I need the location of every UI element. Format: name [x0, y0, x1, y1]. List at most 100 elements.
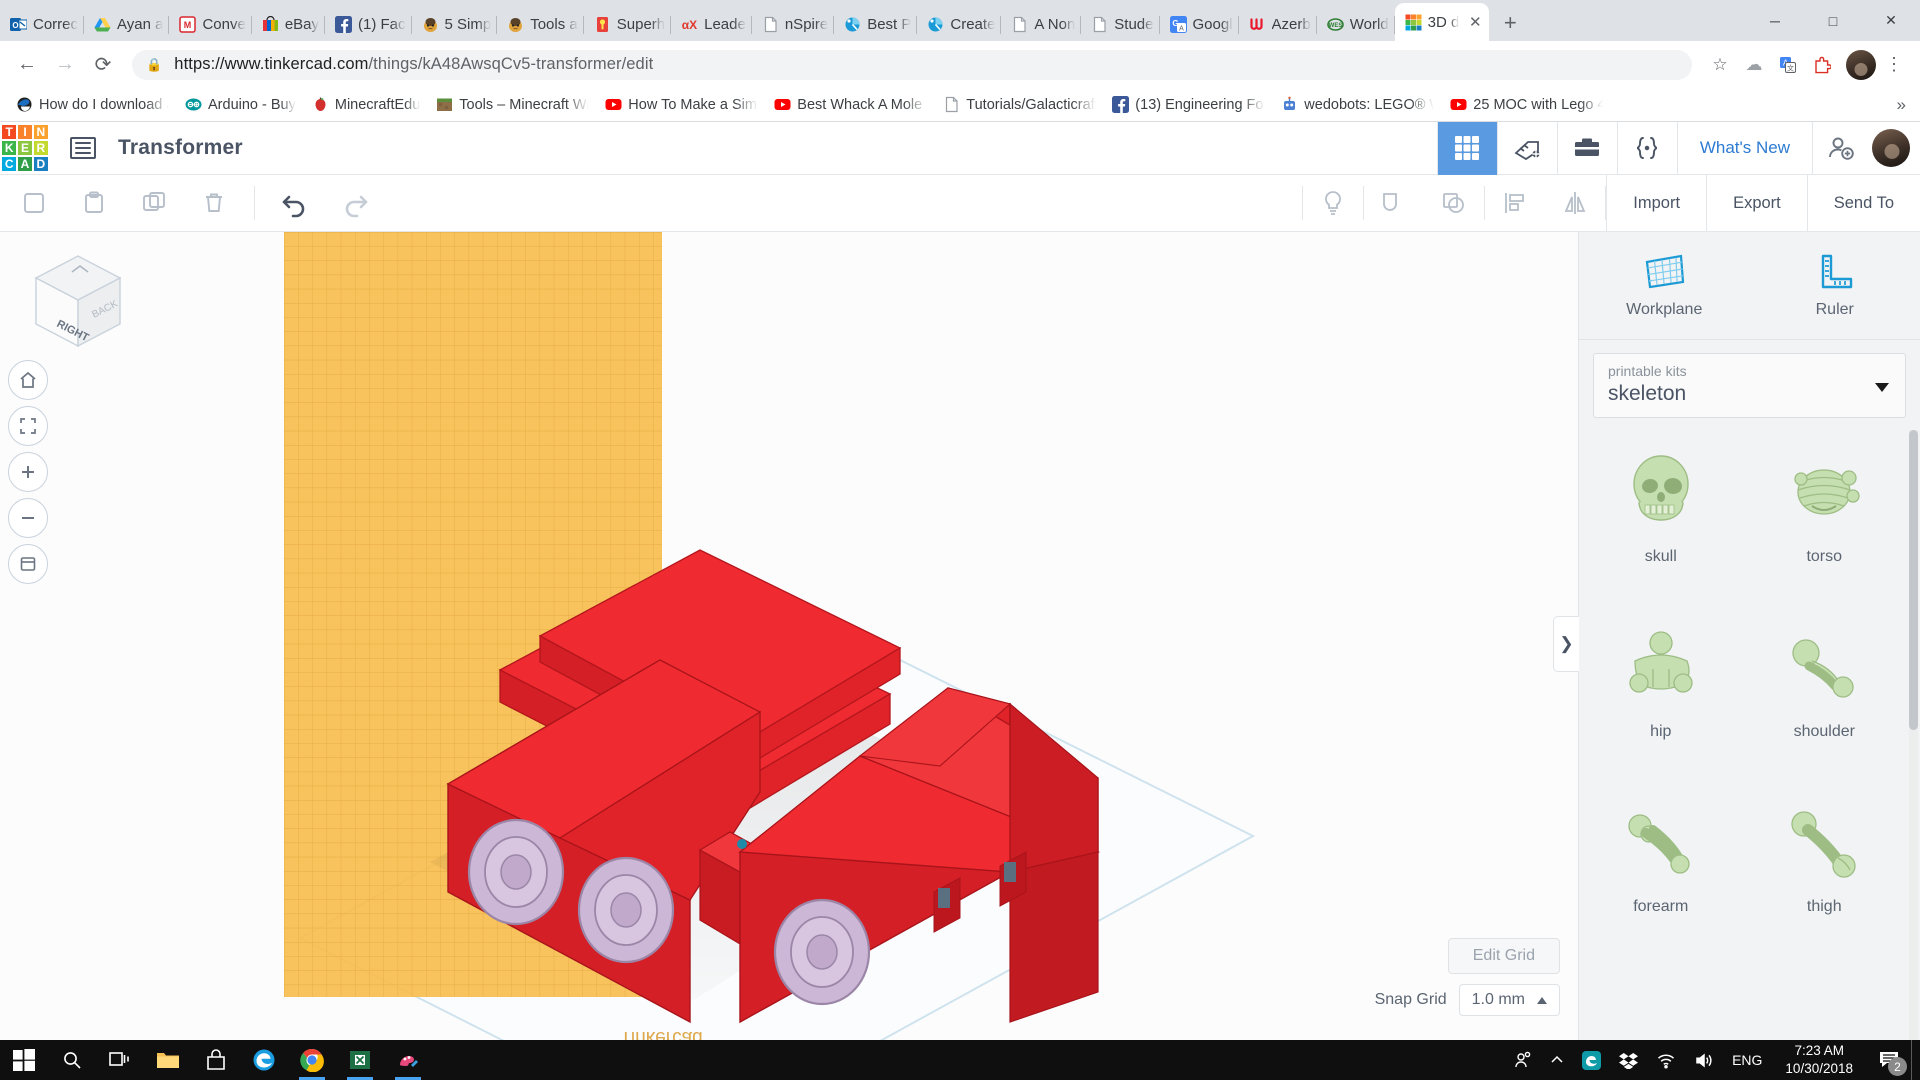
translate-icon[interactable]: A文 [1772, 49, 1804, 81]
shape-item[interactable]: forearm [1579, 780, 1743, 955]
back-button[interactable]: ← [10, 48, 44, 82]
project-list-icon[interactable] [70, 137, 96, 159]
reload-button[interactable]: ⟳ [86, 48, 120, 82]
store-icon[interactable] [192, 1040, 240, 1080]
kit-select[interactable]: printable kits skeleton [1593, 353, 1906, 418]
bookmark-item[interactable]: MinecraftEdu [304, 93, 428, 116]
edge-icon[interactable] [240, 1040, 288, 1080]
browser-tab[interactable]: Ayan a [84, 7, 169, 41]
ortho-view-icon[interactable] [8, 544, 48, 584]
view-cube[interactable]: RIGHT BACK [22, 250, 134, 355]
fit-view-icon[interactable] [8, 406, 48, 446]
profile-avatar[interactable] [1846, 50, 1876, 80]
paste-icon[interactable] [64, 175, 124, 231]
show-hidden-icon[interactable] [1541, 1040, 1573, 1080]
excel-icon[interactable] [336, 1040, 384, 1080]
group-icon[interactable] [1364, 175, 1424, 231]
shape-item[interactable]: skull [1579, 430, 1743, 605]
extension-icon[interactable] [1806, 49, 1838, 81]
sidebar-collapse-button[interactable]: ❯ [1553, 616, 1579, 672]
address-bar[interactable]: 🔒 https://www.tinkercad.com/things/kA48A… [132, 50, 1692, 80]
bookmark-item[interactable]: wedobots: LEGO® W [1273, 93, 1442, 116]
export-button[interactable]: Export [1706, 175, 1807, 232]
minimize-button[interactable]: ─ [1746, 0, 1804, 41]
zoom-in-icon[interactable] [8, 452, 48, 492]
edit-grid-button[interactable]: Edit Grid [1448, 938, 1560, 974]
light-bulb-icon[interactable] [1303, 175, 1363, 231]
ungroup-icon[interactable] [1424, 175, 1484, 231]
person-add-icon[interactable] [1812, 122, 1866, 175]
forward-button[interactable]: → [48, 48, 82, 82]
blocks-kit-icon[interactable] [1557, 122, 1617, 175]
bookmark-item[interactable]: Tutorials/Galacticraft [935, 93, 1104, 116]
user-avatar[interactable] [1872, 129, 1910, 167]
browser-tab[interactable]: OCorrec [0, 7, 84, 41]
star-icon[interactable]: ☆ [1704, 49, 1736, 81]
browser-tab[interactable]: Stude [1081, 7, 1159, 41]
snap-grid-select[interactable]: 1.0 mm [1459, 984, 1560, 1016]
shape-item[interactable]: shoulder [1743, 605, 1907, 780]
browser-tab[interactable]: Create [917, 7, 1001, 41]
bookmark-item[interactable]: (13) Engineering For [1104, 93, 1273, 116]
browser-tab-active[interactable]: 3D d✕ [1395, 3, 1490, 41]
browser-tab[interactable]: GAGoogl [1160, 7, 1239, 41]
shape-item[interactable]: hip [1579, 605, 1743, 780]
whats-new-link[interactable]: What's New [1677, 122, 1812, 175]
dropbox-icon[interactable] [1610, 1040, 1647, 1080]
cloud-icon[interactable]: ☁ [1738, 49, 1770, 81]
browser-tab[interactable]: Azerb [1239, 7, 1317, 41]
3d-canvas[interactable]: Tinkercad [0, 232, 1578, 1040]
copy-icon[interactable] [4, 175, 64, 231]
shape-library[interactable]: skulltorsohipshoulderforearmthigh [1579, 430, 1920, 1040]
shape-item[interactable]: torso [1743, 430, 1907, 605]
show-desktop-button[interactable] [1911, 1040, 1920, 1080]
browser-tab[interactable]: eBay [252, 7, 325, 41]
menu-icon[interactable]: ⋮ [1878, 49, 1910, 81]
task-view-icon[interactable] [96, 1040, 144, 1080]
3d-scene[interactable]: Tinkercad [0, 232, 1578, 1040]
bookmarks-overflow-button[interactable]: » [1897, 95, 1912, 115]
bookmark-item[interactable]: How do I download a [8, 93, 177, 116]
undo-icon[interactable] [265, 175, 325, 231]
browser-tab[interactable]: (1) Fac [325, 7, 412, 41]
workplane-tool[interactable]: Workplane [1579, 232, 1750, 339]
browser-tab[interactable]: 5 Simp [412, 7, 498, 41]
duplicate-icon[interactable] [124, 175, 184, 231]
browser-tab[interactable]: αXLeade [671, 7, 752, 41]
bricks-view-icon[interactable] [1497, 122, 1557, 175]
blocks-view-icon[interactable] [1437, 122, 1497, 175]
tinkercad-logo[interactable]: TINKERCAD [2, 125, 48, 171]
redo-icon[interactable] [325, 175, 385, 231]
browser-tab[interactable]: WESWorld [1317, 7, 1395, 41]
bookmark-item[interactable]: Arduino - Buy [177, 93, 304, 116]
mirror-icon[interactable] [1545, 175, 1605, 231]
wifi-icon[interactable] [1647, 1040, 1685, 1080]
close-window-button[interactable]: ✕ [1862, 0, 1920, 41]
chrome-icon[interactable] [288, 1040, 336, 1080]
ruler-tool[interactable]: Ruler [1750, 232, 1920, 339]
zoom-out-icon[interactable] [8, 498, 48, 538]
new-tab-button[interactable]: + [1495, 8, 1525, 38]
bookmark-item[interactable]: Tools – Minecraft Wik [428, 93, 597, 116]
language-indicator[interactable]: ENG [1723, 1040, 1771, 1080]
codeblocks-icon[interactable] [1617, 122, 1677, 175]
home-view-icon[interactable] [8, 360, 48, 400]
sidebar-scrollbar-thumb[interactable] [1909, 430, 1918, 730]
volume-icon[interactable] [1685, 1040, 1723, 1080]
edge-tray-icon[interactable] [1573, 1040, 1610, 1080]
import-button[interactable]: Import [1606, 175, 1706, 232]
clock[interactable]: 7:23 AM 10/30/2018 [1771, 1040, 1867, 1080]
paint3d-icon[interactable] [384, 1040, 432, 1080]
windows-start-icon[interactable] [0, 1040, 48, 1080]
bookmark-item[interactable]: 25 MOC with Lego 4C [1442, 93, 1611, 116]
maximize-button[interactable]: □ [1804, 0, 1862, 41]
bookmark-item[interactable]: Best Whack A Mole G [766, 93, 935, 116]
file-explorer-icon[interactable] [144, 1040, 192, 1080]
delete-icon[interactable] [184, 175, 244, 231]
close-tab-icon[interactable]: ✕ [1465, 12, 1485, 32]
people-icon[interactable] [1505, 1040, 1541, 1080]
browser-tab[interactable]: Superh [584, 7, 671, 41]
bookmark-item[interactable]: How To Make a Simp [597, 93, 766, 116]
browser-tab[interactable]: nSpire [752, 7, 834, 41]
browser-tab[interactable]: Tools a [497, 7, 584, 41]
